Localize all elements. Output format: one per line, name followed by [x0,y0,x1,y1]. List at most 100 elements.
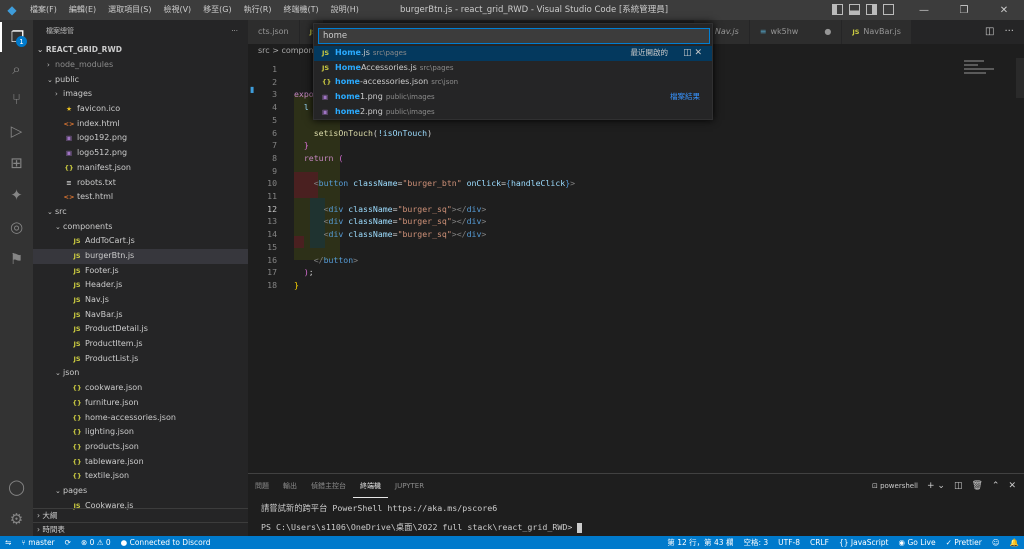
tree-file[interactable]: JS NavBar.js [33,308,248,323]
customize-layout-icon[interactable] [883,4,894,15]
menu-item[interactable]: 終端機(T) [277,0,324,20]
tree-file[interactable]: {} furniture.json [33,396,248,411]
more-actions-icon[interactable]: ··· [1004,20,1014,44]
new-terminal-icon[interactable]: + ⌄ [927,474,945,498]
prettier-status[interactable]: ✓ Prettier [941,536,987,549]
discord-status[interactable]: ● Connected to Discord [116,536,216,549]
tree-file[interactable]: {} lighting.json [33,425,248,440]
tree-file[interactable]: {} cookware.json [33,381,248,396]
menu-item[interactable]: 執行(R) [238,0,278,20]
minimap[interactable] [956,58,1024,468]
account-icon[interactable]: ◯ [0,472,33,502]
tree-file[interactable]: ≡ robots.txt [33,176,248,191]
menu-item[interactable]: 選取項目(S) [102,0,157,20]
close-window-button[interactable]: ✕ [984,0,1024,20]
close-panel-icon[interactable]: ✕ [1008,474,1016,498]
workspace-root[interactable]: ⌄ REACT_GRID_RWD [33,42,248,58]
terminal-selector[interactable]: ⊡ powershell [872,474,918,498]
go-live-button[interactable]: ◉ Go Live [894,536,941,549]
problems-indicator[interactable]: ⊗ 0 ⚠ 0 [76,536,116,549]
tree-file[interactable]: JS Header.js [33,278,248,293]
tree-folder[interactable]: ⌄ public [33,73,248,88]
encoding[interactable]: UTF-8 [773,536,805,549]
tree-file[interactable]: ★ favicon.ico [33,102,248,117]
language-mode[interactable]: {} JavaScript [834,536,894,549]
split-terminal-icon[interactable]: ◫ [954,474,963,498]
tree-file[interactable]: <> index.html [33,117,248,132]
indentation[interactable]: 空格: 3 [738,536,773,549]
tree-file[interactable]: ▣ logo192.png [33,131,248,146]
tree-folder[interactable]: › images [33,87,248,102]
extensions-icon[interactable]: ⊞ [0,148,33,178]
tree-file[interactable]: JS ProductList.js [33,352,248,367]
terminal-line-2[interactable]: PS C:\Users\s1106\OneDrive\桌面\2022 full … [261,521,583,533]
toggle-sidebar-icon[interactable] [832,4,843,15]
unsaved-dot-icon[interactable]: ● [824,27,831,36]
restore-button[interactable]: ❐ [944,0,984,20]
menu-item[interactable]: 說明(H) [325,0,365,20]
bookmarks-icon[interactable]: ⚑ [0,244,33,274]
tree-file[interactable]: {} home-accessories.json [33,411,248,426]
tree-file[interactable]: <> test.html [33,190,248,205]
end-of-line[interactable]: CRLF [805,536,834,549]
panel-tab[interactable]: 輸出 [276,474,304,498]
settings-gear-icon[interactable]: ⚙ [0,504,33,534]
remote-icon[interactable]: ⇋ [0,536,16,549]
branch-indicator[interactable]: ⑂ master [16,536,59,549]
quick-open-item[interactable]: ▣ home2.png public\images [314,105,712,120]
edge-devtools-icon[interactable]: ◎ [0,212,33,242]
kill-terminal-icon[interactable]: 🗑 [971,474,982,498]
tree-file[interactable]: JS Nav.js [33,293,248,308]
quick-open-item[interactable]: {} home-accessories.json src\json [314,75,712,90]
tree-file[interactable]: {} textile.json [33,469,248,484]
toggle-secondary-sidebar-icon[interactable] [866,4,877,15]
notifications-icon[interactable]: 🔔 [1005,536,1024,549]
panel-tab[interactable]: JUPYTER [388,474,431,498]
source-control-icon[interactable]: ⑂ [0,84,33,114]
tree-folder[interactable]: ⌄ components [33,220,248,235]
run-debug-icon[interactable]: ▷ [0,116,33,146]
feedback-icon[interactable]: ☺ [987,536,1005,549]
tree-folder[interactable]: ⌄ src [33,205,248,220]
quick-open-item[interactable]: JS HomeAccessories.js src\pages [314,61,712,76]
tree-file[interactable]: {} products.json [33,440,248,455]
python-icon[interactable]: ✦ [0,180,33,210]
more-actions-icon[interactable]: ··· [231,20,238,42]
tree-folder[interactable]: ⌄ pages [33,484,248,499]
tree-file[interactable]: JS ProductDetail.js [33,322,248,337]
panel-tab[interactable]: 偵錯主控台 [304,474,353,498]
outline-section[interactable]: › 大綱 [33,508,248,522]
cursor-position[interactable]: 第 12 行，第 43 欄 [662,536,738,549]
tab-products-json[interactable]: cts.json [248,20,300,44]
tree-folder[interactable]: ⌄ json [33,366,248,381]
panel-tab[interactable]: 問題 [248,474,276,498]
tree-file[interactable]: {} manifest.json [33,161,248,176]
timeline-section[interactable]: › 時間表 [33,522,248,536]
tree-file[interactable]: JS burgerBtn.js [33,248,248,264]
tree-folder[interactable]: › node_modules [33,58,248,73]
tree-file[interactable]: ▣ logo512.png [33,146,248,161]
scrollbar[interactable] [1016,58,1024,98]
explorer-icon[interactable]: ❐1 [0,22,33,52]
menu-item[interactable]: 編輯(E) [63,0,102,20]
minimize-button[interactable]: — [904,0,944,20]
tree-file[interactable]: JS ProductItem.js [33,337,248,352]
quick-open-item[interactable]: ▣ home1.png public\images 檔案結果 [314,90,712,105]
tab-wk5hw[interactable]: ≡ wk5hw ● [749,20,843,44]
menu-item[interactable]: 檢視(V) [157,0,197,20]
maximize-panel-icon[interactable]: ⌃ [992,474,1000,498]
tree-file[interactable]: JS Footer.js [33,264,248,279]
tree-file[interactable]: {} tableware.json [33,455,248,470]
search-icon[interactable]: ⌕ [0,54,33,84]
tab-navbar-js[interactable]: JS NavBar.js [842,20,912,44]
quick-open-input[interactable] [318,28,710,44]
panel-tab[interactable]: 終端機 [353,474,388,498]
split-editor-icon[interactable]: ◫ [985,20,994,44]
menu-item[interactable]: 移至(G) [197,0,237,20]
menu-item[interactable]: 檔案(F) [24,0,63,20]
tree-file[interactable]: JS AddToCart.js [33,234,248,249]
item-actions[interactable]: ◫ ✕ [683,46,702,61]
quick-open-item[interactable]: JS Home.js src\pages 最近開啟的 ◫ ✕ [314,46,712,61]
sync-icon[interactable]: ⟳ [60,536,76,549]
toggle-panel-icon[interactable] [849,4,860,15]
